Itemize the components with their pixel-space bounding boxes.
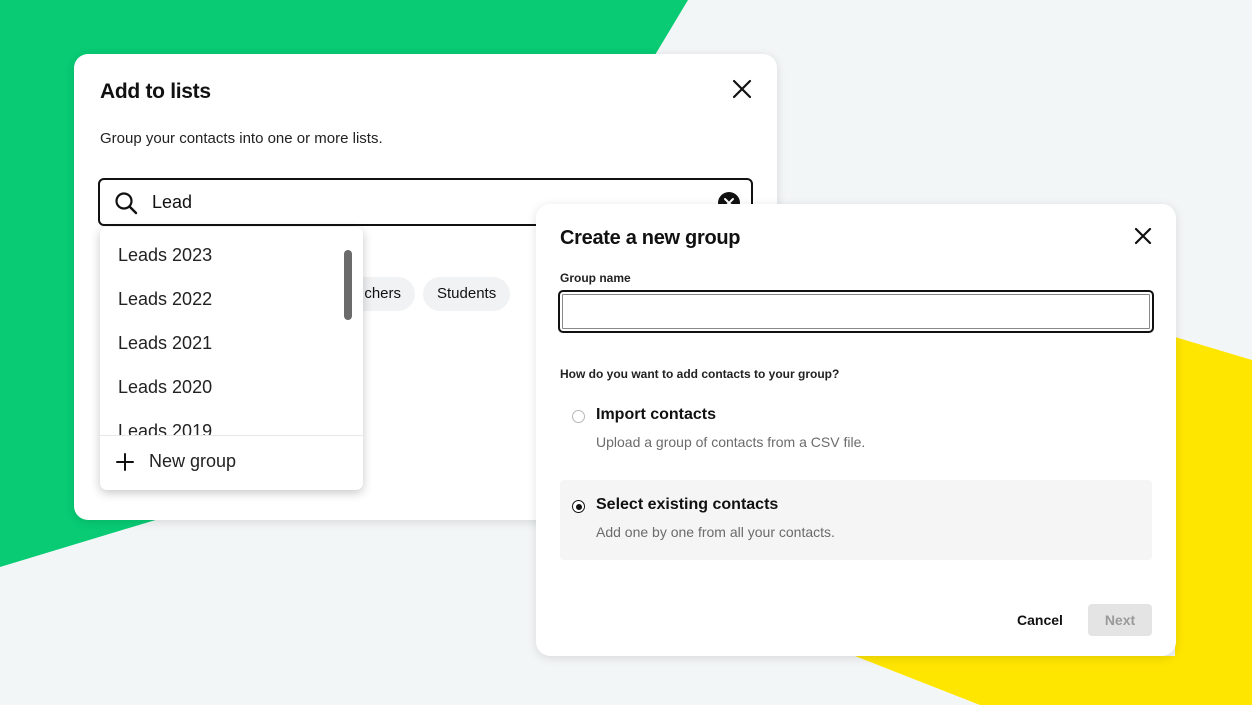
plus-icon (116, 453, 134, 471)
option-title: Import contacts (596, 406, 717, 423)
option-description: Add one by one from all your contacts. (596, 524, 835, 540)
list-item[interactable]: Leads 2022 (100, 277, 363, 321)
create-group-dialog: Create a new group Group name How do you… (536, 204, 1176, 656)
add-method-question: How do you want to add contacts to your … (560, 367, 840, 381)
suggestions-list: Leads 2023 Leads 2022 Leads 2021 Leads 2… (100, 233, 363, 435)
option-select-existing-contacts[interactable]: Select existing contacts Add one by one … (560, 480, 1152, 560)
list-item[interactable]: Leads 2023 (100, 233, 363, 277)
import-contacts-radio[interactable] (572, 410, 585, 423)
list-item[interactable]: Leads 2021 (100, 321, 363, 365)
add-to-lists-subtitle: Group your contacts into one or more lis… (100, 130, 383, 147)
new-group-button[interactable]: New group (100, 436, 363, 490)
next-button[interactable]: Next (1088, 604, 1152, 636)
new-group-label: New group (149, 451, 237, 471)
select-existing-radio[interactable] (572, 500, 585, 513)
list-chip-students[interactable]: Students (423, 277, 511, 311)
search-icon (115, 192, 138, 215)
dropdown-scrollbar[interactable] (344, 250, 352, 320)
close-icon (1134, 227, 1152, 245)
create-group-close-button[interactable] (1130, 223, 1156, 249)
option-import-contacts[interactable]: Import contacts Upload a group of contac… (560, 390, 1152, 470)
option-title: Select existing contacts (596, 496, 779, 513)
create-group-title: Create a new group (560, 227, 741, 249)
add-to-lists-close-button[interactable] (729, 76, 755, 102)
add-to-lists-title: Add to lists (100, 80, 211, 103)
list-suggestions-dropdown: Leads 2023 Leads 2022 Leads 2021 Leads 2… (100, 227, 363, 490)
list-item[interactable]: Leads 2020 (100, 365, 363, 409)
cancel-button[interactable]: Cancel (1004, 604, 1076, 636)
close-icon (732, 79, 752, 99)
group-name-label: Group name (560, 271, 631, 285)
option-description: Upload a group of contacts from a CSV fi… (596, 434, 866, 450)
list-item[interactable]: Leads 2019 (100, 409, 363, 435)
group-name-input[interactable] (558, 290, 1154, 333)
